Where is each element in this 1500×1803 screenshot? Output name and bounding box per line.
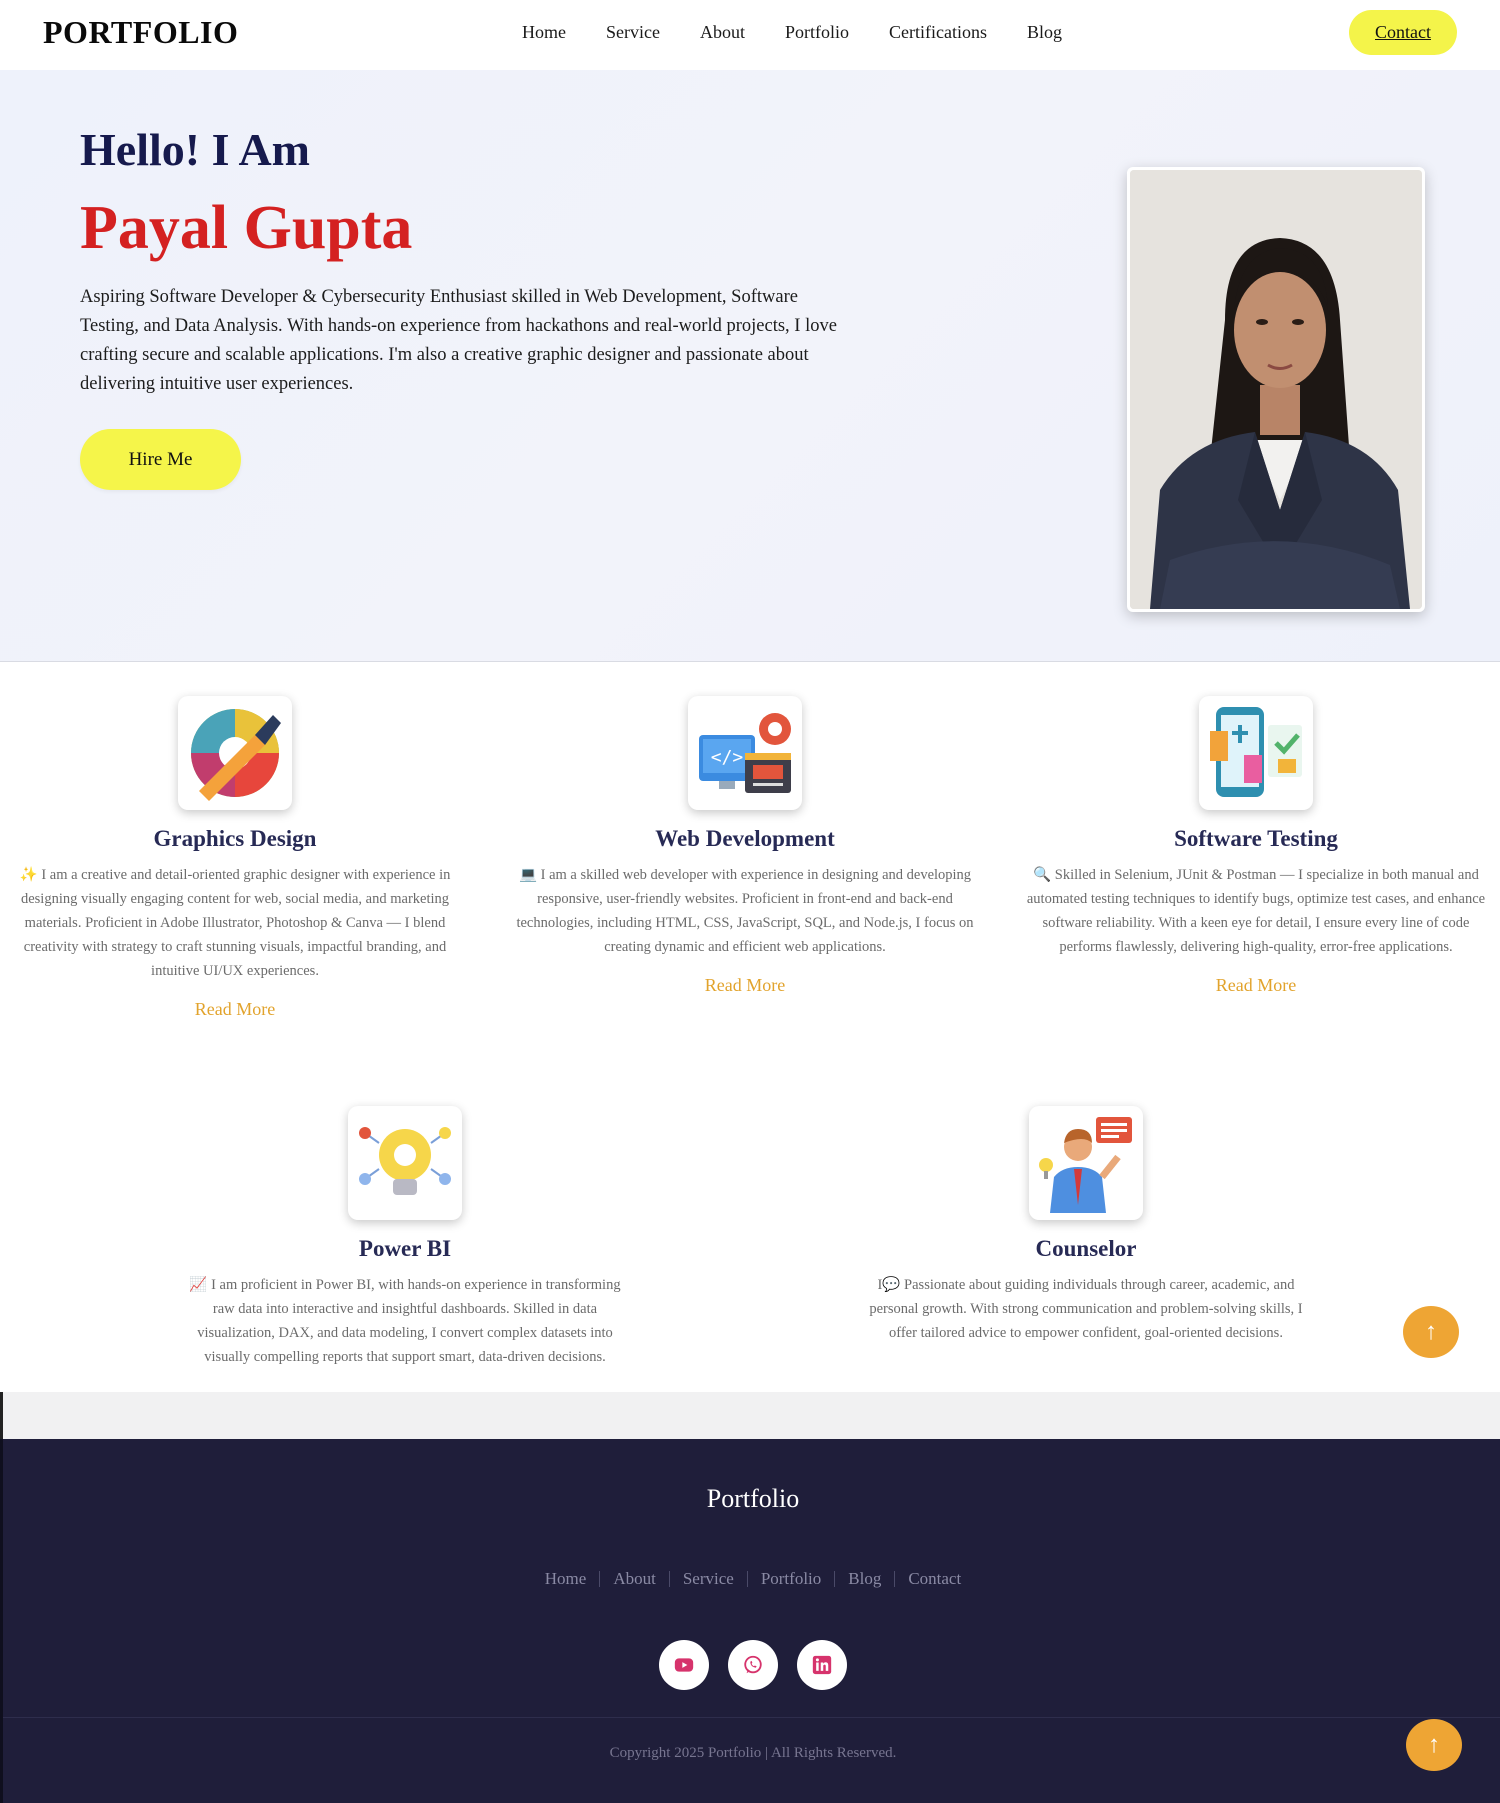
social-links (3, 1640, 1500, 1690)
read-more-link[interactable]: Read More (1025, 975, 1487, 996)
service-description-text: I am a creative and detail-oriented grap… (20, 867, 451, 979)
nav-link-portfolio[interactable]: Portfolio (785, 22, 849, 43)
copyright-text: Copyright 2025 Portfolio | All Rights Re… (609, 1745, 897, 1761)
contact-button[interactable]: Contact (1349, 10, 1457, 55)
read-more-link[interactable]: Read More (0, 999, 470, 1020)
brand-logo[interactable]: PORTFOLIO (43, 14, 238, 51)
youtube-icon (674, 1658, 694, 1672)
scroll-to-top-button[interactable]: ↑ (1403, 1306, 1459, 1358)
service-description: ✨ I am a creative and detail-oriented gr… (0, 863, 470, 983)
hero-greeting: Hello! I Am (80, 124, 310, 175)
profile-photo-illustration (1130, 170, 1422, 609)
service-card-web-development: </> Web Development 💻 I am a skilled web… (515, 696, 975, 996)
hire-me-button[interactable]: Hire Me (80, 429, 241, 490)
chart-emoji-icon: 📈 (189, 1277, 208, 1293)
footer-title: Portfolio (706, 1484, 800, 1513)
nav-link-blog[interactable]: Blog (1027, 22, 1062, 43)
svg-text:</>: </> (711, 747, 744, 768)
read-more-link[interactable]: Read More (515, 975, 975, 996)
footer-link-service[interactable]: Service (670, 1569, 747, 1589)
service-card-power-bi: Power BI 📈 I am proficient in Power BI, … (180, 1106, 630, 1369)
hero-section: Hello! I Am Payal Gupta Aspiring Softwar… (0, 70, 1500, 662)
arrow-up-icon: ↑ (1428, 1731, 1440, 1758)
hero-bio: Aspiring Software Developer & Cybersecur… (80, 287, 837, 394)
laptop-emoji-icon: 💻 (518, 867, 537, 883)
service-description-text: I am a skilled web developer with experi… (516, 867, 974, 955)
service-title: Web Development (655, 826, 835, 851)
arrow-up-icon: ↑ (1425, 1318, 1437, 1345)
service-title: Counselor (1035, 1236, 1137, 1261)
whatsapp-link[interactable] (728, 1640, 778, 1690)
linkedin-link[interactable] (797, 1640, 847, 1690)
profile-photo-frame (1127, 167, 1425, 612)
mobile-testing-icon (1199, 696, 1313, 810)
service-description: 💻 I am a skilled web developer with expe… (515, 863, 975, 959)
youtube-link[interactable] (659, 1640, 709, 1690)
footer-link-portfolio[interactable]: Portfolio (748, 1569, 834, 1589)
footer-link-contact[interactable]: Contact (895, 1569, 974, 1589)
footer: Portfolio Home About Service Portfolio B… (0, 1439, 1500, 1803)
service-description-text: Passionate about guiding individuals thr… (869, 1277, 1303, 1341)
footer-link-about[interactable]: About (600, 1569, 669, 1589)
nav-link-about[interactable]: About (700, 22, 745, 43)
sparkle-emoji-icon: ✨ (19, 867, 38, 883)
service-description-text: Skilled in Selenium, JUnit & Postman — I… (1026, 867, 1486, 955)
service-title: Graphics Design (153, 826, 317, 851)
service-card-software-testing: Software Testing 🔍 Skilled in Selenium, … (1025, 696, 1487, 996)
scroll-to-top-button[interactable]: ↑ (1406, 1719, 1462, 1771)
nav-link-certifications[interactable]: Certifications (889, 22, 987, 43)
nav-links: Home Service About Portfolio Certificati… (522, 22, 1102, 43)
counselor-icon (1029, 1106, 1143, 1220)
footer-link-blog[interactable]: Blog (835, 1569, 894, 1589)
service-card-graphics-design: Graphics Design ✨ I am a creative and de… (0, 696, 470, 1020)
services-section: Graphics Design ✨ I am a creative and de… (0, 662, 1500, 1392)
service-title: Power BI (358, 1236, 452, 1261)
nav-link-home[interactable]: Home (522, 22, 566, 43)
service-title: Software Testing (1174, 826, 1338, 851)
service-description: I💬 Passionate about guiding individuals … (856, 1273, 1316, 1345)
top-navbar: PORTFOLIO Home Service About Portfolio C… (0, 0, 1500, 70)
profile-photo (1130, 170, 1422, 609)
hero-name: Payal Gupta (80, 194, 413, 262)
web-development-icon: </> (688, 696, 802, 810)
nav-link-service[interactable]: Service (606, 22, 660, 43)
footer-link-home[interactable]: Home (532, 1569, 600, 1589)
service-description: 🔍 Skilled in Selenium, JUnit & Postman —… (1025, 863, 1487, 959)
lightbulb-gear-icon (348, 1106, 462, 1220)
footer-links: Home About Service Portfolio Blog Contac… (3, 1569, 1500, 1589)
magnifier-emoji-icon: 🔍 (1033, 867, 1052, 883)
service-description-text: I am proficient in Power BI, with hands-… (197, 1277, 621, 1365)
service-description: 📈 I am proficient in Power BI, with hand… (180, 1273, 630, 1369)
linkedin-icon (812, 1655, 832, 1675)
section-divider-band (0, 1392, 1500, 1439)
palette-pen-icon (178, 696, 292, 810)
chat-bubble-emoji-icon: I💬 (877, 1277, 901, 1293)
service-card-counselor: Counselor I💬 Passionate about guiding in… (856, 1106, 1316, 1345)
whatsapp-icon (744, 1655, 762, 1674)
footer-divider (3, 1717, 1500, 1718)
